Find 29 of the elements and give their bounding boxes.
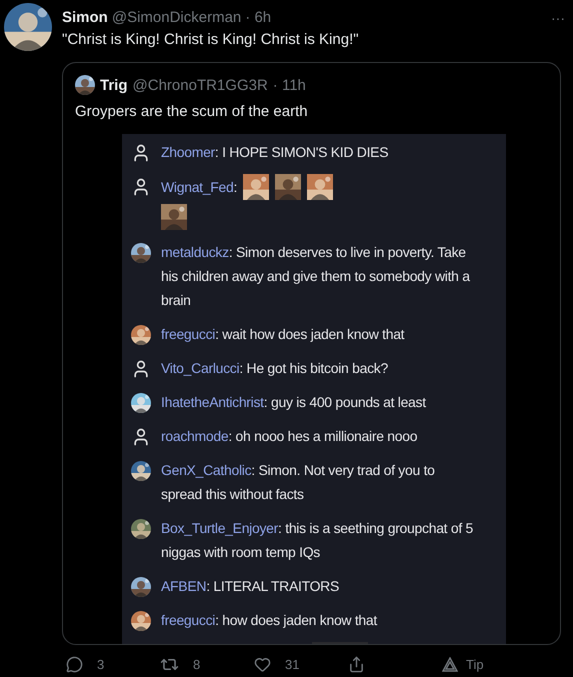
chat-username: Wignat_Fed: xyxy=(161,178,238,197)
share-icon xyxy=(348,656,365,673)
chat-message: freegucci: how does jaden know that xyxy=(161,611,377,630)
chat-message: roachmode: oh nooo hes a millionaire nooo xyxy=(161,427,418,446)
chat-message: metalduckz: Simon deserves to live in poverty. Take his children away and give them to somebody with a brain xyxy=(161,243,471,310)
more-button[interactable]: ··· xyxy=(551,10,565,26)
chat-message: Zhoomer: I HOPE SIMON'S KID DIES xyxy=(161,143,388,162)
quoted-author-handle: @ChronoTR1GG3R xyxy=(132,76,268,94)
reply-icon xyxy=(66,656,83,673)
tip-button[interactable]: Tip xyxy=(442,657,502,672)
chat-message: freegucci: wait how does jaden know that xyxy=(161,325,404,344)
chat-message: Box_Turtle_Enjoyer: this is a seething groupchat of 5 niggas with room temp IQs xyxy=(161,519,474,562)
heart-icon xyxy=(254,656,271,673)
quoted-author-name: Trig xyxy=(100,76,128,94)
chat-message: GenX_Catholic: Simon. Not very trad of you to spread this without facts xyxy=(161,461,436,504)
chat-message: AFBEN: LITERAL TRAITORS xyxy=(161,577,340,596)
quoted-tweet-card[interactable] xyxy=(62,62,561,645)
author-name[interactable]: Simon xyxy=(62,9,108,26)
quoted-post-time: · 11h xyxy=(272,76,306,94)
reply-button[interactable]: 3 xyxy=(66,656,160,673)
chat-message: Vito_Carlucci: He got his bitcoin back? xyxy=(161,359,388,378)
triangle-icon xyxy=(442,657,458,672)
chat-message: IhatetheAntichrist: guy is 400 pounds at least xyxy=(161,393,426,412)
retweet-button[interactable]: 8 xyxy=(160,655,254,674)
quoted-tweet-text: Groypers are the scum of the earth xyxy=(74,102,309,120)
author-handle[interactable]: @SimonDickerman xyxy=(112,9,242,26)
post-time: · 6h xyxy=(245,9,272,26)
like-button[interactable]: 31 xyxy=(254,656,348,673)
tweet-text: "Christ is King! Christ is King! Christ is King!" xyxy=(62,31,360,48)
